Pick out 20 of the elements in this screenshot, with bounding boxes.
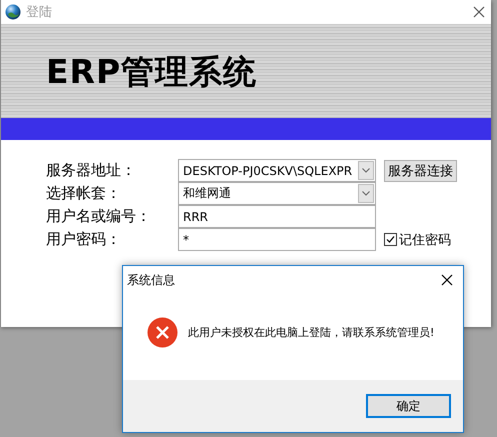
dialog-title: 系统信息 <box>127 272 176 288</box>
dropdown-field[interactable]: DESKTOP-PJ0CSKV\SQLEXPR <box>178 159 376 182</box>
field-label: 服务器地址： <box>46 161 137 180</box>
close-icon[interactable] <box>473 6 485 18</box>
input-field[interactable]: * <box>178 228 376 251</box>
field-label: 选择帐套： <box>46 184 122 203</box>
field-label: 用户密码： <box>46 230 122 249</box>
input-field[interactable]: RRR <box>178 205 376 228</box>
window-title: 登陆 <box>26 4 53 21</box>
connect-button[interactable]: 服务器连接 <box>384 160 457 182</box>
checkbox[interactable] <box>384 233 397 246</box>
field-label: 用户名或编号： <box>46 207 152 226</box>
error-icon <box>147 316 178 348</box>
dropdown-field[interactable]: 和维网通 <box>178 182 376 205</box>
error-message: 此用户未授权在此电脑上登陆，请联系系统管理员! <box>188 324 434 340</box>
banner-title: ERP管理系统 <box>46 50 258 92</box>
close-icon[interactable] <box>441 274 453 286</box>
checkbox-label: 记住密码 <box>399 232 451 248</box>
ok-button[interactable]: 确定 <box>366 394 451 418</box>
globe-icon <box>5 4 21 20</box>
